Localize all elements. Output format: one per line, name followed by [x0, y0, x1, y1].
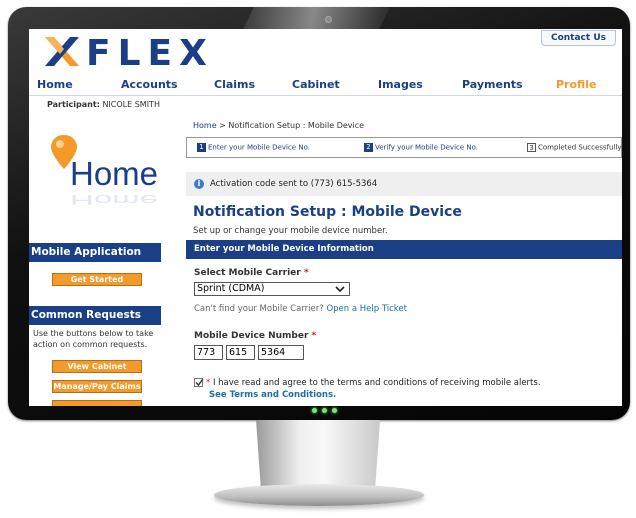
carrier-select[interactable]: Sprint (CDMA) — [194, 282, 350, 296]
nav-cabinet[interactable]: Cabinet — [292, 78, 340, 91]
view-cabinet-button[interactable]: View Cabinet — [52, 360, 142, 373]
terms-text: I have read and agree to the terms and c… — [212, 378, 541, 388]
help-text: Can't find your Mobile Carrier? — [194, 304, 324, 314]
step-3: 3 Completed Successfully — [527, 143, 622, 152]
nav-accounts[interactable]: Accounts — [121, 78, 178, 91]
participant-label: Participant: — [47, 100, 100, 109]
nav-divider — [29, 95, 622, 96]
nav-images[interactable]: Images — [378, 78, 423, 91]
terms-text-line: * I have read and agree to the terms and… — [206, 378, 541, 388]
flex-logo-icon — [45, 37, 79, 66]
contact-us-button[interactable]: Contact Us — [540, 30, 616, 46]
alert-text: Activation code sent to (773) 615-5364 — [210, 179, 378, 189]
home-graphic-reflection: Home — [70, 191, 159, 209]
screen: FLEX Contact Us Home Accounts Claims Cab… — [29, 29, 622, 406]
carrier-label: Select Mobile Carrier * — [194, 268, 309, 278]
required-mark: * — [311, 331, 317, 341]
breadcrumb-current: Notification Setup : Mobile Device — [228, 121, 365, 130]
nav-claims[interactable]: Claims — [214, 78, 255, 91]
carrier-select-value: Sprint (CDMA) — [197, 283, 265, 294]
step-2-number: 2 — [364, 143, 373, 152]
chevron-down-icon — [335, 286, 345, 293]
status-led — [322, 408, 327, 413]
get-started-button[interactable]: Get Started — [52, 273, 142, 286]
page-subtitle: Set up or change your mobile device numb… — [193, 226, 388, 236]
participant-line: Participant: NICOLE SMITH — [47, 100, 160, 109]
form-section-heading: Enter your Mobile Device Information — [186, 240, 622, 259]
step-2-label: Verify your Mobile Device No. — [375, 143, 479, 152]
progress-steps: 1 Enter your Mobile Device No. 2 Verify yo… — [186, 137, 622, 158]
mobile-app-heading: Mobile Application — [29, 243, 161, 262]
camera-dot — [325, 16, 332, 23]
status-led — [312, 408, 317, 413]
sidebar-button-3[interactable] — [52, 400, 142, 406]
participant-name: NICOLE SMITH — [102, 100, 160, 109]
step-1-label: Enter your Mobile Device No. — [208, 143, 310, 152]
monitor-stand-neck — [256, 420, 380, 490]
breadcrumb-home-link[interactable]: Home — [193, 121, 217, 130]
common-requests-heading: Common Requests — [29, 306, 161, 325]
step-1: 1 Enter your Mobile Device No. — [197, 143, 310, 152]
home-graphic-text: Home — [70, 155, 159, 192]
page-title: Notification Setup : Mobile Device — [193, 204, 462, 220]
breadcrumb: Home > Notification Setup : Mobile Devic… — [193, 121, 364, 130]
help-line: Can't find your Mobile Carrier? Open a H… — [194, 304, 407, 314]
line-number-input[interactable]: 5364 — [258, 345, 304, 360]
required-mark: * — [303, 268, 309, 278]
status-led — [332, 408, 337, 413]
step-1-number: 1 — [197, 143, 206, 152]
nav-profile[interactable]: Profile — [556, 78, 596, 91]
help-ticket-link[interactable]: Open a Help Ticket — [326, 304, 407, 314]
info-icon: i — [194, 178, 204, 189]
area-code-input[interactable]: 773 — [194, 345, 223, 360]
prefix-input[interactable]: 615 — [226, 345, 255, 360]
number-label: Mobile Device Number * — [194, 331, 316, 341]
step-3-number: 3 — [527, 143, 536, 152]
step-3-label: Completed Successfully — [538, 143, 622, 152]
step-2: 2 Verify your Mobile Device No. — [364, 143, 478, 152]
required-mark: * — [206, 378, 211, 388]
nav-home[interactable]: Home — [37, 78, 73, 91]
manage-pay-claims-button[interactable]: Manage/Pay Claims — [52, 380, 142, 393]
number-label-text: Mobile Device Number — [194, 331, 309, 341]
terms-checkbox[interactable] — [194, 378, 204, 387]
carrier-label-text: Select Mobile Carrier — [194, 268, 301, 278]
logo-text: FLEX — [86, 33, 214, 74]
nav-payments[interactable]: Payments — [462, 78, 523, 91]
breadcrumb-separator: > — [219, 121, 226, 130]
terms-link[interactable]: See Terms and Conditions. — [209, 390, 336, 400]
monitor-stand-base — [214, 484, 424, 506]
checkmark-icon — [195, 378, 204, 387]
activation-alert: i Activation code sent to (773) 615-5364 — [186, 172, 622, 196]
common-requests-description: Use the buttons below to take action on … — [33, 329, 154, 349]
